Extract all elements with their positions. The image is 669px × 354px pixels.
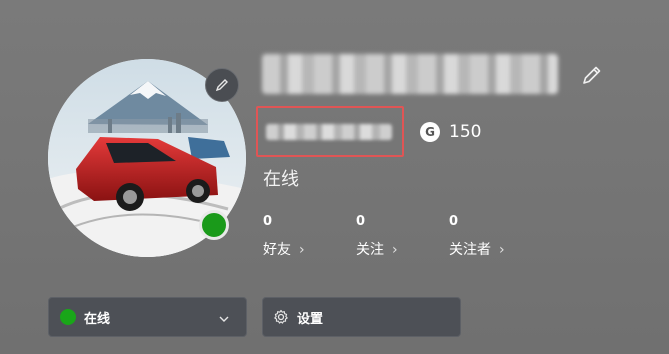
chevron-right-icon: › [299,242,305,258]
pencil-icon [581,64,603,86]
chevron-right-icon: › [392,242,398,258]
stat-followers[interactable]: 0 关注者 › [449,214,505,260]
following-label: 关注 [356,242,384,258]
highlighted-sub-name [256,106,404,157]
presence-status: 在线 [263,169,299,190]
status-dropdown[interactable]: 在线 [48,297,247,337]
stat-following[interactable]: 0 关注 › [356,214,398,260]
gear-icon [273,309,289,325]
online-dot-icon [60,309,76,325]
edit-avatar-button[interactable] [205,68,239,102]
following-count: 0 [356,214,366,229]
status-dropdown-label: 在线 [84,311,111,327]
pencil-icon [215,78,229,92]
gamertag-blurred [262,54,558,94]
avatar-section [48,59,246,257]
online-status-indicator [199,210,229,240]
followers-label: 关注者 [449,242,491,258]
gamerscore-icon: G [420,122,440,142]
sub-name-blurred [266,124,392,140]
settings-button[interactable]: 设置 [262,297,461,337]
settings-label: 设置 [297,311,324,327]
friends-count: 0 [263,214,273,229]
chevron-right-icon: › [499,242,505,258]
followers-count: 0 [449,214,459,229]
stat-friends[interactable]: 0 好友 › [263,214,305,260]
friends-label: 好友 [263,242,291,258]
gamerscore-value: 150 [449,122,482,142]
edit-gamertag-button[interactable] [576,60,608,90]
chevron-down-icon [218,310,230,329]
